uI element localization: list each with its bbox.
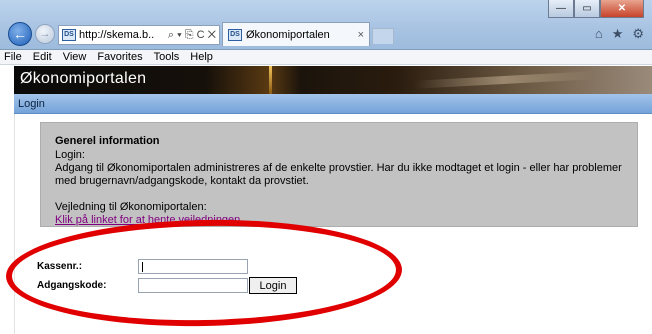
address-tools-icons[interactable]: ⌕ ▾ ⎘ C ✕ (168, 29, 216, 42)
login-button[interactable]: Login (249, 277, 297, 294)
page-viewport: Økonomiportalen Login Generel informatio… (0, 66, 652, 334)
kassenr-input[interactable] (138, 259, 248, 274)
forward-button[interactable]: → (35, 24, 55, 44)
home-icon[interactable]: ⌂ (595, 26, 603, 42)
back-arrow-icon: ← (13, 26, 27, 42)
kassenr-label: Kassenr.: (37, 261, 83, 272)
tab-title: Økonomiportalen (246, 28, 330, 41)
info-text: Adgang til Økonomiportalen administreres… (55, 162, 622, 187)
menu-help[interactable]: Help (190, 51, 213, 63)
info-box: Generel information Login: Adgang til Øk… (40, 122, 638, 227)
site-favicon-icon: DS (62, 29, 76, 41)
close-window-button[interactable]: ✕ (600, 0, 644, 18)
menu-favorites[interactable]: Favorites (97, 51, 142, 63)
favorites-star-icon[interactable]: ★ (612, 26, 624, 42)
maximize-button[interactable]: ▭ (574, 0, 600, 18)
guide-link[interactable]: Klik på linket for at hente vejledningen (55, 214, 240, 226)
site-nav-bar: Login (14, 94, 652, 114)
page-content: Generel information Login: Adgang til Øk… (14, 114, 652, 334)
menu-edit[interactable]: Edit (33, 51, 52, 63)
menu-tools[interactable]: Tools (154, 51, 180, 63)
password-input[interactable] (138, 278, 248, 293)
menu-file[interactable]: File (4, 51, 22, 63)
browser-chrome: — ▭ ✕ ← → DS http://skema.b.. ⌕ ▾ ⎘ C ✕ … (0, 0, 652, 50)
new-tab-button[interactable] (372, 28, 394, 44)
minimize-button[interactable]: — (548, 0, 574, 18)
password-row: Adgangskode: Login (37, 277, 297, 294)
site-title: Økonomiportalen (20, 70, 147, 87)
info-login-label: Login: (55, 149, 85, 161)
site-banner: Økonomiportalen (14, 66, 652, 94)
tab-favicon-icon: DS (228, 28, 242, 41)
browser-tab[interactable]: DS Økonomiportalen × (222, 22, 370, 46)
address-text[interactable]: http://skema.b.. (79, 29, 154, 41)
forward-arrow-icon: → (39, 28, 51, 40)
browser-right-icons: ⌂ ★ ⚙ (595, 26, 644, 42)
banner-pen-shadow (413, 71, 595, 89)
settings-gear-icon[interactable]: ⚙ (632, 26, 644, 42)
nav-item-login[interactable]: Login (18, 98, 45, 110)
back-button[interactable]: ← (8, 22, 32, 46)
info-heading: Generel information (55, 135, 160, 147)
menu-bar: File Edit View Favorites Tools Help (0, 50, 652, 65)
menu-view[interactable]: View (63, 51, 87, 63)
guide-label: Vejledning til Økonomiportalen: (55, 201, 207, 213)
address-bar[interactable]: DS http://skema.b.. ⌕ ▾ ⎘ C ✕ (58, 25, 220, 45)
banner-pen-graphic (269, 66, 272, 94)
password-label: Adgangskode: (37, 280, 107, 291)
login-form: Kassenr.: Adgangskode: Login (37, 258, 297, 296)
kassenr-row: Kassenr.: (37, 258, 297, 275)
window-controls: — ▭ ✕ (548, 0, 644, 18)
tab-close-icon[interactable]: × (358, 29, 364, 41)
